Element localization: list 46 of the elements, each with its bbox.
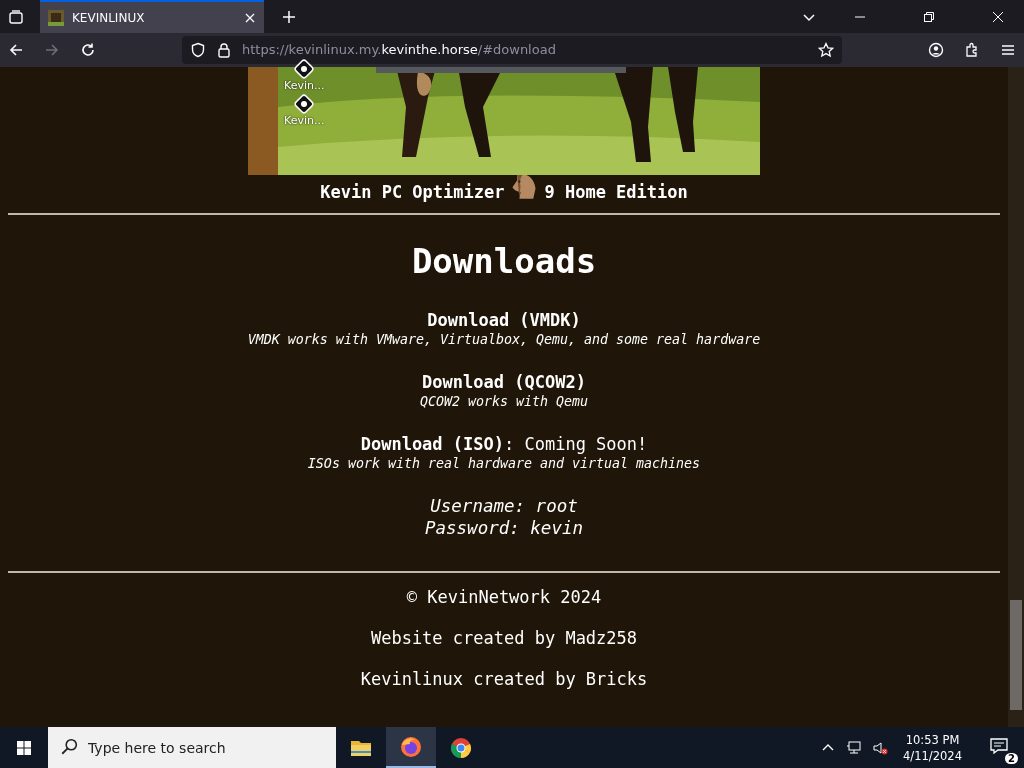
restore-icon[interactable]: [923, 10, 935, 23]
download-description: QCOW2 works with Qemu: [418, 392, 590, 411]
section-heading: Downloads: [410, 240, 598, 281]
address-bar[interactable]: https://kevinlinux.my.kevinthe.horse/#download: [182, 35, 842, 64]
shield-icon[interactable]: [190, 41, 206, 58]
reload-icon[interactable]: [80, 41, 96, 58]
scrollbar[interactable]: [1008, 66, 1024, 727]
taskbar-search-field[interactable]: Type here to search: [48, 727, 336, 768]
footer-text: Kevinlinux created by Bricks: [359, 667, 649, 691]
scrollbar-thumb[interactable]: [1010, 599, 1022, 710]
url-domain: kevinthe.horse: [381, 42, 478, 58]
windows-start-icon[interactable]: [16, 739, 32, 756]
download-link[interactable]: Download (VMDK): [427, 309, 581, 330]
download-link[interactable]: Download (ISO): [360, 433, 504, 454]
notifications-icon[interactable]: [989, 735, 1009, 756]
volume-muted-icon[interactable]: [872, 739, 889, 756]
firefox-icon: [399, 734, 423, 759]
taskbar-clock[interactable]: 10:53 PM 4/11/2024: [903, 731, 962, 764]
desktop-icon-label[interactable]: Kevin...: [284, 78, 325, 92]
close-icon[interactable]: [244, 11, 256, 24]
credential-text: Username: root: [429, 494, 579, 517]
lock-icon[interactable]: [216, 41, 232, 58]
close-icon[interactable]: [992, 10, 1004, 23]
image-caption: 9 Home Edition: [544, 181, 688, 202]
download-note: : Coming Soon!: [504, 433, 648, 454]
favicon-icon: [48, 9, 64, 26]
new-tab-icon[interactable]: [282, 9, 296, 24]
browser-tab[interactable]: KEVINLINUX: [40, 0, 264, 33]
credential-text: Password: kevin: [423, 516, 584, 539]
chrome-icon: [449, 735, 473, 760]
taskbar-app-button[interactable]: [386, 727, 436, 768]
download-link[interactable]: Download (QCOW2): [422, 371, 586, 392]
footer-text: © KevinNetwork 2024: [405, 585, 603, 609]
back-icon[interactable]: [8, 41, 24, 58]
download-description: ISOs work with real hardware and virtual machines: [306, 454, 702, 473]
download-description: VMDK works with VMware, Virtualbox, Qemu, and some real hardware: [246, 330, 762, 349]
extensions-icon[interactable]: [964, 41, 980, 58]
notification-badge: 2: [1005, 752, 1018, 764]
url-text: https://kevinlinux.my.: [242, 42, 382, 58]
account-icon[interactable]: [928, 41, 944, 58]
footer-text: Website created by Madz258: [369, 626, 639, 650]
url-text: /#download: [477, 42, 556, 58]
network-icon[interactable]: [846, 739, 863, 756]
tab-list-icon[interactable]: [8, 8, 24, 25]
image-caption: Kevin PC Optimizer: [320, 181, 505, 202]
star-icon[interactable]: [818, 41, 834, 58]
